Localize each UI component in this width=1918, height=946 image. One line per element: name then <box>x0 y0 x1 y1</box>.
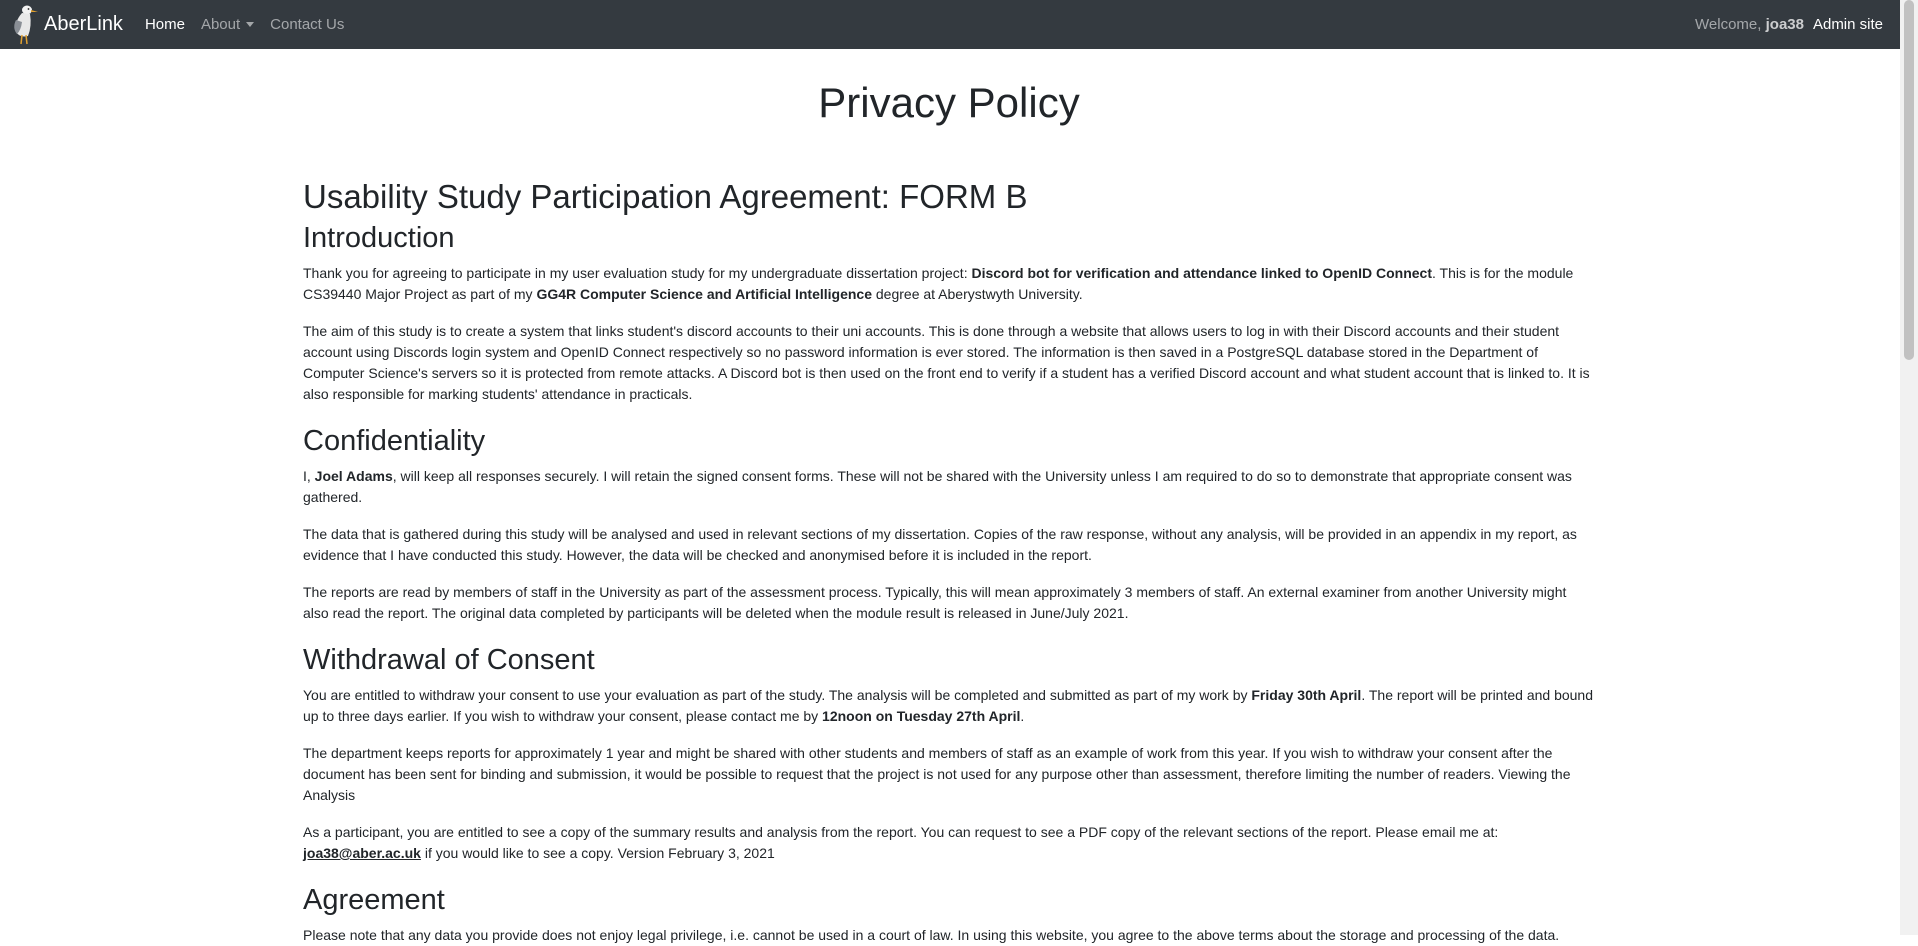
seagull-logo-icon <box>14 5 38 44</box>
admin-site-link[interactable]: Admin site <box>1813 16 1883 33</box>
brand-name: AberLink <box>44 13 123 35</box>
withdrawal-paragraph-1: You are entitled to withdraw your consen… <box>303 687 1593 724</box>
agreement-paragraph-1: Please note that any data you provide do… <box>303 927 1560 943</box>
email-link[interactable]: joa38@aber.ac.uk <box>303 845 421 861</box>
withdrawal-heading: Withdrawal of Consent <box>303 644 595 676</box>
page-scrollbar[interactable] <box>1900 0 1918 935</box>
user-area: Welcome, joa38 Admin site <box>1695 0 1883 49</box>
welcome-prefix: Welcome, <box>1695 16 1762 33</box>
navbar: AberLink Home About Contact Us Welcome, … <box>0 0 1900 49</box>
nav-about-label: About <box>200 16 241 33</box>
nav-links: Home About Contact Us <box>137 16 352 33</box>
page-title: Privacy Policy <box>818 79 1080 126</box>
main-content: Privacy Policy Usability Study Participa… <box>303 49 1595 946</box>
form-title: Usability Study Participation Agreement:… <box>303 178 1028 215</box>
welcome-text: Welcome, joa38 <box>1695 16 1804 33</box>
brand-link[interactable]: AberLink <box>10 0 123 49</box>
introduction-heading: Introduction <box>303 222 455 254</box>
nav-about-dropdown[interactable]: About <box>193 16 262 33</box>
intro-paragraph-1: Thank you for agreeing to participate in… <box>303 265 1574 302</box>
intro-paragraph-2: The aim of this study is to create a sys… <box>303 323 1590 402</box>
caret-down-icon <box>246 22 255 27</box>
confidentiality-paragraph-1: I, Joel Adams, will keep all responses s… <box>303 468 1572 505</box>
nav-home-link[interactable]: Home <box>137 16 193 33</box>
confidentiality-heading: Confidentiality <box>303 425 486 457</box>
scrollbar-thumb[interactable] <box>1904 0 1914 360</box>
nav-contact-link[interactable]: Contact Us <box>262 16 352 33</box>
username: joa38 <box>1765 16 1804 33</box>
withdrawal-paragraph-2: The department keeps reports for approxi… <box>303 745 1571 803</box>
confidentiality-paragraph-2: The data that is gathered during this st… <box>303 526 1577 563</box>
confidentiality-paragraph-3: The reports are read by members of staff… <box>303 584 1567 621</box>
withdrawal-paragraph-3: As a participant, you are entitled to se… <box>303 824 1499 861</box>
agreement-heading: Agreement <box>303 884 445 916</box>
